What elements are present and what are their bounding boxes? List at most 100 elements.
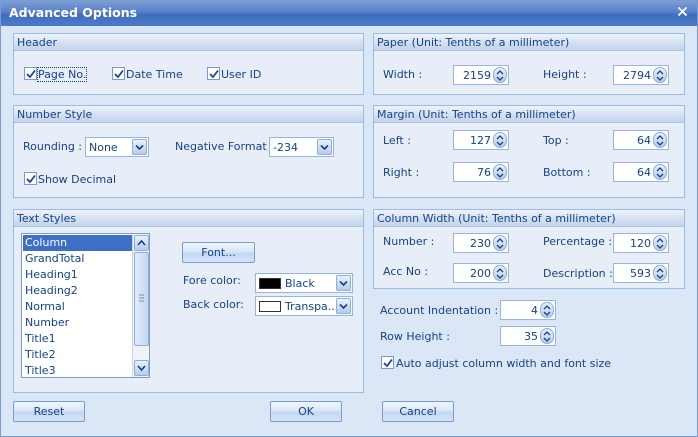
check-icon	[26, 69, 36, 79]
fore-color-dropdown-button[interactable]	[336, 275, 351, 291]
reset-button[interactable]: Reset	[13, 401, 85, 422]
list-item-title3[interactable]: Title3	[23, 363, 132, 377]
accno-width-stepper[interactable]	[493, 265, 507, 281]
up-down-arrow-icon	[496, 268, 504, 279]
negative-format-select[interactable]: -234	[269, 137, 334, 157]
margin-top-stepper[interactable]	[653, 132, 667, 148]
list-item-normal[interactable]: Normal	[23, 299, 132, 315]
cancel-button[interactable]: Cancel	[382, 401, 454, 422]
margin-left-value: 127	[470, 134, 491, 147]
margin-bottom-spinner[interactable]: 64	[613, 162, 669, 182]
scroll-thumb[interactable]	[134, 252, 149, 346]
list-item-title1[interactable]: Title1	[23, 331, 132, 347]
back-color-swatch	[259, 301, 281, 312]
auto-adjust-checkbox[interactable]	[381, 356, 394, 369]
margin-bottom-label: Bottom :	[543, 166, 591, 179]
up-down-arrow-icon	[543, 305, 551, 316]
column-width-panel: Column Width (Unit: Tenths of a millimet…	[373, 209, 685, 289]
margin-panel-title: Margin (Unit: Tenths of a millimeter)	[374, 106, 684, 123]
paper-width-label: Width :	[383, 68, 423, 81]
accno-width-spinner[interactable]: 200	[453, 263, 509, 283]
up-down-arrow-icon	[496, 167, 504, 178]
list-item-heading2[interactable]: Heading2	[23, 283, 132, 299]
margin-right-spinner[interactable]: 76	[453, 162, 509, 182]
ok-button[interactable]: OK	[270, 401, 342, 422]
negative-format-dropdown-button[interactable]	[317, 139, 332, 155]
number-width-stepper[interactable]	[493, 235, 507, 251]
list-scrollbar[interactable]	[132, 234, 149, 377]
description-width-label: Description :	[543, 267, 613, 280]
paper-height-spinner[interactable]: 2794	[613, 65, 669, 85]
paper-height-stepper[interactable]	[653, 67, 667, 83]
margin-left-stepper[interactable]	[493, 132, 507, 148]
check-icon	[114, 69, 124, 79]
rounding-dropdown-button[interactable]	[132, 139, 147, 155]
rounding-select[interactable]: None	[85, 137, 149, 157]
margin-right-label: Right :	[383, 166, 420, 179]
row-height-stepper[interactable]	[540, 328, 554, 344]
negative-format-label: Negative Format :	[175, 140, 274, 153]
scroll-up-button[interactable]	[134, 235, 149, 251]
margin-bottom-stepper[interactable]	[653, 164, 667, 180]
number-style-title: Number Style	[14, 106, 363, 123]
show-decimal-label: Show Decimal	[38, 173, 117, 186]
chevron-down-icon	[339, 303, 348, 310]
page-no-checkbox[interactable]	[24, 67, 37, 80]
page-no-label: Page No.	[36, 67, 88, 82]
font-button[interactable]: Font...	[182, 242, 255, 263]
fore-color-select[interactable]: Black	[255, 273, 353, 293]
text-style-list[interactable]: Column GrandTotal Heading1 Heading2 Norm…	[21, 233, 150, 378]
user-id-checkbox[interactable]	[207, 67, 220, 80]
description-width-stepper[interactable]	[653, 265, 667, 281]
margin-right-stepper[interactable]	[493, 164, 507, 180]
list-item-column[interactable]: Column	[23, 235, 132, 251]
back-color-dropdown-button[interactable]	[336, 298, 351, 314]
up-down-arrow-icon	[656, 268, 664, 279]
paper-width-stepper[interactable]	[493, 67, 507, 83]
list-item-grandtotal[interactable]: GrandTotal	[23, 251, 132, 267]
margin-top-value: 64	[637, 134, 651, 147]
back-color-select[interactable]: Transpa...	[255, 296, 353, 316]
rounding-value: None	[89, 141, 118, 154]
up-down-arrow-icon	[656, 238, 664, 249]
paper-width-spinner[interactable]: 2159	[453, 65, 509, 85]
rounding-label: Rounding :	[23, 140, 83, 153]
up-down-arrow-icon	[496, 238, 504, 249]
number-width-label: Number :	[383, 235, 435, 248]
margin-left-spinner[interactable]: 127	[453, 130, 509, 150]
account-indentation-spinner[interactable]: 4	[500, 300, 556, 320]
paper-panel-title: Paper (Unit: Tenths of a millimeter)	[374, 34, 684, 51]
paper-panel: Paper (Unit: Tenths of a millimeter) Wid…	[373, 33, 685, 95]
paper-width-value: 2159	[463, 69, 491, 82]
row-height-spinner[interactable]: 35	[500, 326, 556, 346]
list-item-number[interactable]: Number	[23, 315, 132, 331]
percentage-width-spinner[interactable]: 120	[613, 233, 669, 253]
close-button[interactable]	[674, 5, 691, 21]
paper-height-label: Height :	[543, 68, 587, 81]
account-indentation-label: Account Indentation :	[380, 304, 499, 317]
description-width-spinner[interactable]: 593	[613, 263, 669, 283]
number-width-spinner[interactable]: 230	[453, 233, 509, 253]
margin-left-label: Left :	[383, 134, 411, 147]
list-item-title2[interactable]: Title2	[23, 347, 132, 363]
chevron-up-icon	[137, 239, 146, 246]
number-style-panel: Number Style Rounding : None Negative Fo…	[13, 105, 364, 198]
percentage-width-label: Percentage :	[543, 235, 613, 248]
date-time-checkbox[interactable]	[112, 67, 125, 80]
up-down-arrow-icon	[496, 70, 504, 81]
margin-top-spinner[interactable]: 64	[613, 130, 669, 150]
column-width-title: Column Width (Unit: Tenths of a millimet…	[374, 210, 684, 227]
advanced-options-window: Advanced Options Header Page No. Date Ti…	[0, 0, 698, 437]
list-item-heading1[interactable]: Heading1	[23, 267, 132, 283]
show-decimal-checkbox[interactable]	[24, 172, 37, 185]
margin-bottom-value: 64	[637, 166, 651, 179]
margin-panel: Margin (Unit: Tenths of a millimeter) Le…	[373, 105, 685, 198]
account-indentation-stepper[interactable]	[540, 302, 554, 318]
header-panel: Header Page No. Date Time User ID	[13, 33, 364, 95]
scroll-down-button[interactable]	[134, 360, 149, 376]
accno-width-value: 200	[470, 267, 491, 280]
percentage-width-stepper[interactable]	[653, 235, 667, 251]
auto-adjust-label: Auto adjust column width and font size	[396, 357, 612, 370]
up-down-arrow-icon	[543, 331, 551, 342]
number-width-value: 230	[470, 237, 491, 250]
